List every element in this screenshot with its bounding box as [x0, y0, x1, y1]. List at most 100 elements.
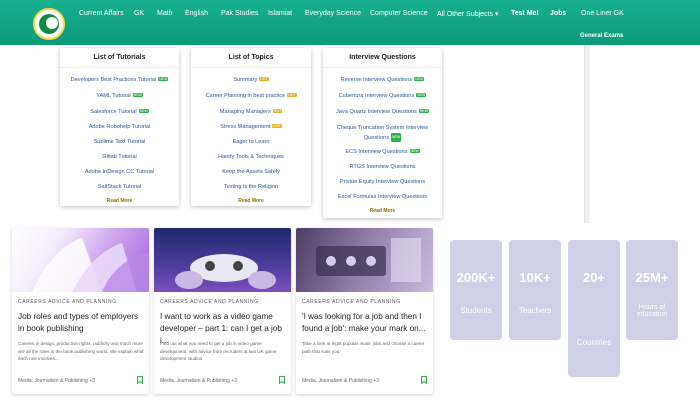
chevron-down-icon: ▾ — [494, 11, 499, 18]
new-badge: NEW — [418, 109, 429, 113]
article-title[interactable]: Job roles and types of employers in book… — [18, 311, 144, 335]
topics-heading: List of Topics — [191, 48, 311, 68]
menu-item[interactable]: RTGS Interview Questions — [323, 164, 442, 170]
menu-item[interactable]: Adobe Robohelp Tutorial — [60, 124, 179, 130]
menu-item[interactable]: Eager to Learn — [191, 139, 311, 145]
menu-item-label: Stress Management — [220, 124, 271, 130]
menu-item[interactable]: Stress Management HOT — [191, 124, 311, 130]
book-pages-illustration — [32, 238, 149, 292]
nav-all-other-subjects[interactable]: All Other Subjects ▾ — [437, 10, 499, 18]
article-tags[interactable]: Media, Journalism & Publishing +3 — [302, 378, 379, 384]
new-badge: NEW — [158, 77, 169, 81]
stat-label: Hours of education — [636, 304, 668, 318]
menu-item[interactable]: Testing is the Religion — [191, 184, 311, 190]
dropdown-scrollbar[interactable] — [584, 45, 590, 223]
bookmark-icon[interactable] — [279, 376, 285, 384]
stat-label: Teachers — [518, 306, 552, 315]
nav-computer-science[interactable]: Computer Science — [370, 10, 428, 17]
nav-pak-studies[interactable]: Pak Studies — [221, 10, 258, 17]
bookmark-icon[interactable] — [421, 376, 427, 384]
menu-item[interactable]: Salesforce Tutorial NEW — [60, 109, 179, 115]
menu-item[interactable]: Cobertura Interview Questions NEW — [323, 93, 442, 99]
stat-label: Students — [460, 306, 492, 315]
music-equipment-illustration — [316, 238, 421, 282]
nav-all-other-subjects-label: All Other Subjects — [437, 11, 494, 18]
menu-item-label: Managing Managers — [219, 109, 271, 115]
hot-badge: HOT — [272, 109, 283, 113]
nav-jobs[interactable]: Jobs — [550, 10, 566, 17]
stat-students: 200K+ Students — [450, 240, 502, 340]
nav-general-exams[interactable]: General Exams — [580, 33, 623, 39]
article-description: Find out what you need to get a job in v… — [160, 341, 277, 361]
menu-item[interactable]: Developers Best Practices Tutorial NEW — [60, 77, 179, 83]
menu-item[interactable]: Private Equity Interview Questions — [323, 179, 442, 185]
menu-item[interactable]: Summary HOT — [191, 77, 311, 83]
bookmark-icon[interactable] — [137, 376, 143, 384]
article-description: Take a look at eight popular music jobs … — [302, 341, 425, 354]
new-badge: NEW — [132, 93, 143, 97]
stat-value: 10K+ — [519, 270, 551, 285]
menu-item-label: Career Planning in best practice — [205, 93, 286, 99]
menu-item-label: ECS Interview Questions — [345, 149, 408, 155]
article-tags[interactable]: Media, Journalism & Publishing +3 — [160, 378, 237, 384]
nav-everyday-science[interactable]: Everyday Science — [305, 10, 361, 17]
menu-item[interactable]: YAML Tutorial NEW — [60, 93, 179, 99]
interview-questions-menu: Interview Questions Reverse Interview Qu… — [323, 48, 442, 218]
menu-item[interactable]: SaltStack Tutorial — [60, 184, 179, 190]
menu-item[interactable]: Gitlab Tutorial — [60, 154, 179, 160]
menu-item-label: Cheque Truncation System Interview Quest… — [336, 125, 429, 141]
tutorials-heading: List of Tutorials — [60, 48, 179, 68]
nav-english[interactable]: English — [185, 10, 208, 17]
article-card[interactable]: CAREERS ADVICE AND PLANNING 'I was looki… — [296, 228, 433, 394]
article-card[interactable]: CAREERS ADVICE AND PLANNING Job roles an… — [12, 228, 149, 394]
stat-value: 200K+ — [456, 270, 496, 285]
menu-item[interactable]: Excel Formulas Interview Questions — [323, 194, 442, 200]
new-badge: NEW — [414, 77, 425, 81]
top-navbar: Current Affairs GK Math English Pak Stud… — [0, 0, 700, 45]
article-category: CAREERS ADVICE AND PLANNING — [302, 299, 401, 305]
hot-badge: HOT — [272, 124, 282, 128]
topics-menu: List of Topics Summary HOT Career Plannin… — [191, 48, 311, 206]
nav-math[interactable]: Math — [157, 10, 173, 17]
article-category: CAREERS ADVICE AND PLANNING — [160, 299, 259, 305]
stat-hours-of-education: 25M+ Hours of education — [626, 240, 678, 340]
menu-item-label: YAML Tutorial — [96, 93, 131, 99]
nav-islamiat[interactable]: Islamiat — [268, 10, 292, 17]
menu-item[interactable]: Managing Managers HOT — [191, 109, 311, 115]
menu-item-label: Salesforce Tutorial — [90, 109, 137, 115]
article-image[interactable] — [12, 228, 149, 292]
article-title[interactable]: 'I was looking for a job and then I foun… — [302, 311, 428, 335]
stat-label: Countries — [576, 338, 612, 347]
nav-current-affairs[interactable]: Current Affairs — [79, 10, 124, 17]
nav-one-liner-gk[interactable]: One Liner GK — [581, 10, 624, 17]
stat-countries: 20+ Countries — [568, 240, 620, 377]
article-category: CAREERS ADVICE AND PLANNING — [18, 299, 117, 305]
logo-crescent — [46, 17, 58, 29]
tutorials-menu: List of Tutorials Developers Best Practi… — [60, 48, 179, 206]
article-card[interactable]: CAREERS ADVICE AND PLANNING I want to wo… — [154, 228, 291, 394]
nav-gk[interactable]: GK — [134, 10, 144, 17]
new-badge: NEW — [391, 133, 402, 142]
read-more-link[interactable]: Read More — [60, 198, 179, 204]
game-controller-illustration — [175, 254, 276, 289]
site-logo[interactable] — [33, 8, 65, 40]
menu-item[interactable]: Sublime Text Tutorial — [60, 139, 179, 145]
menu-item[interactable]: Reverse Interview Questions NEW — [323, 77, 442, 83]
read-more-link[interactable]: Read More — [323, 208, 442, 214]
stat-value: 25M+ — [635, 270, 669, 285]
read-more-link[interactable]: Read More — [191, 198, 311, 204]
menu-item[interactable]: Handy Tools & Techniques — [191, 154, 311, 160]
menu-item[interactable]: Keep the Assets Safely — [191, 169, 311, 175]
menu-item[interactable]: Cheque Truncation System Interview Quest… — [323, 124, 442, 143]
article-tags[interactable]: Media, Journalism & Publishing +3 — [18, 378, 95, 384]
article-image[interactable] — [296, 228, 433, 292]
menu-item[interactable]: ECS Interview Questions NEW — [323, 149, 442, 155]
nav-test-me[interactable]: Test Me! — [511, 10, 539, 17]
menu-item[interactable]: Adobe InDesign CC Tutorial — [60, 169, 179, 175]
menu-item-label: Java Quartz Interview Questions — [335, 109, 417, 115]
hot-badge: HOT — [259, 77, 269, 81]
article-image[interactable] — [154, 228, 291, 292]
menu-item[interactable]: Career Planning in best practice HOT — [191, 93, 311, 99]
menu-item-label: Developers Best Practices Tutorial — [70, 77, 157, 83]
menu-item[interactable]: Java Quartz Interview Questions NEW — [323, 109, 442, 115]
